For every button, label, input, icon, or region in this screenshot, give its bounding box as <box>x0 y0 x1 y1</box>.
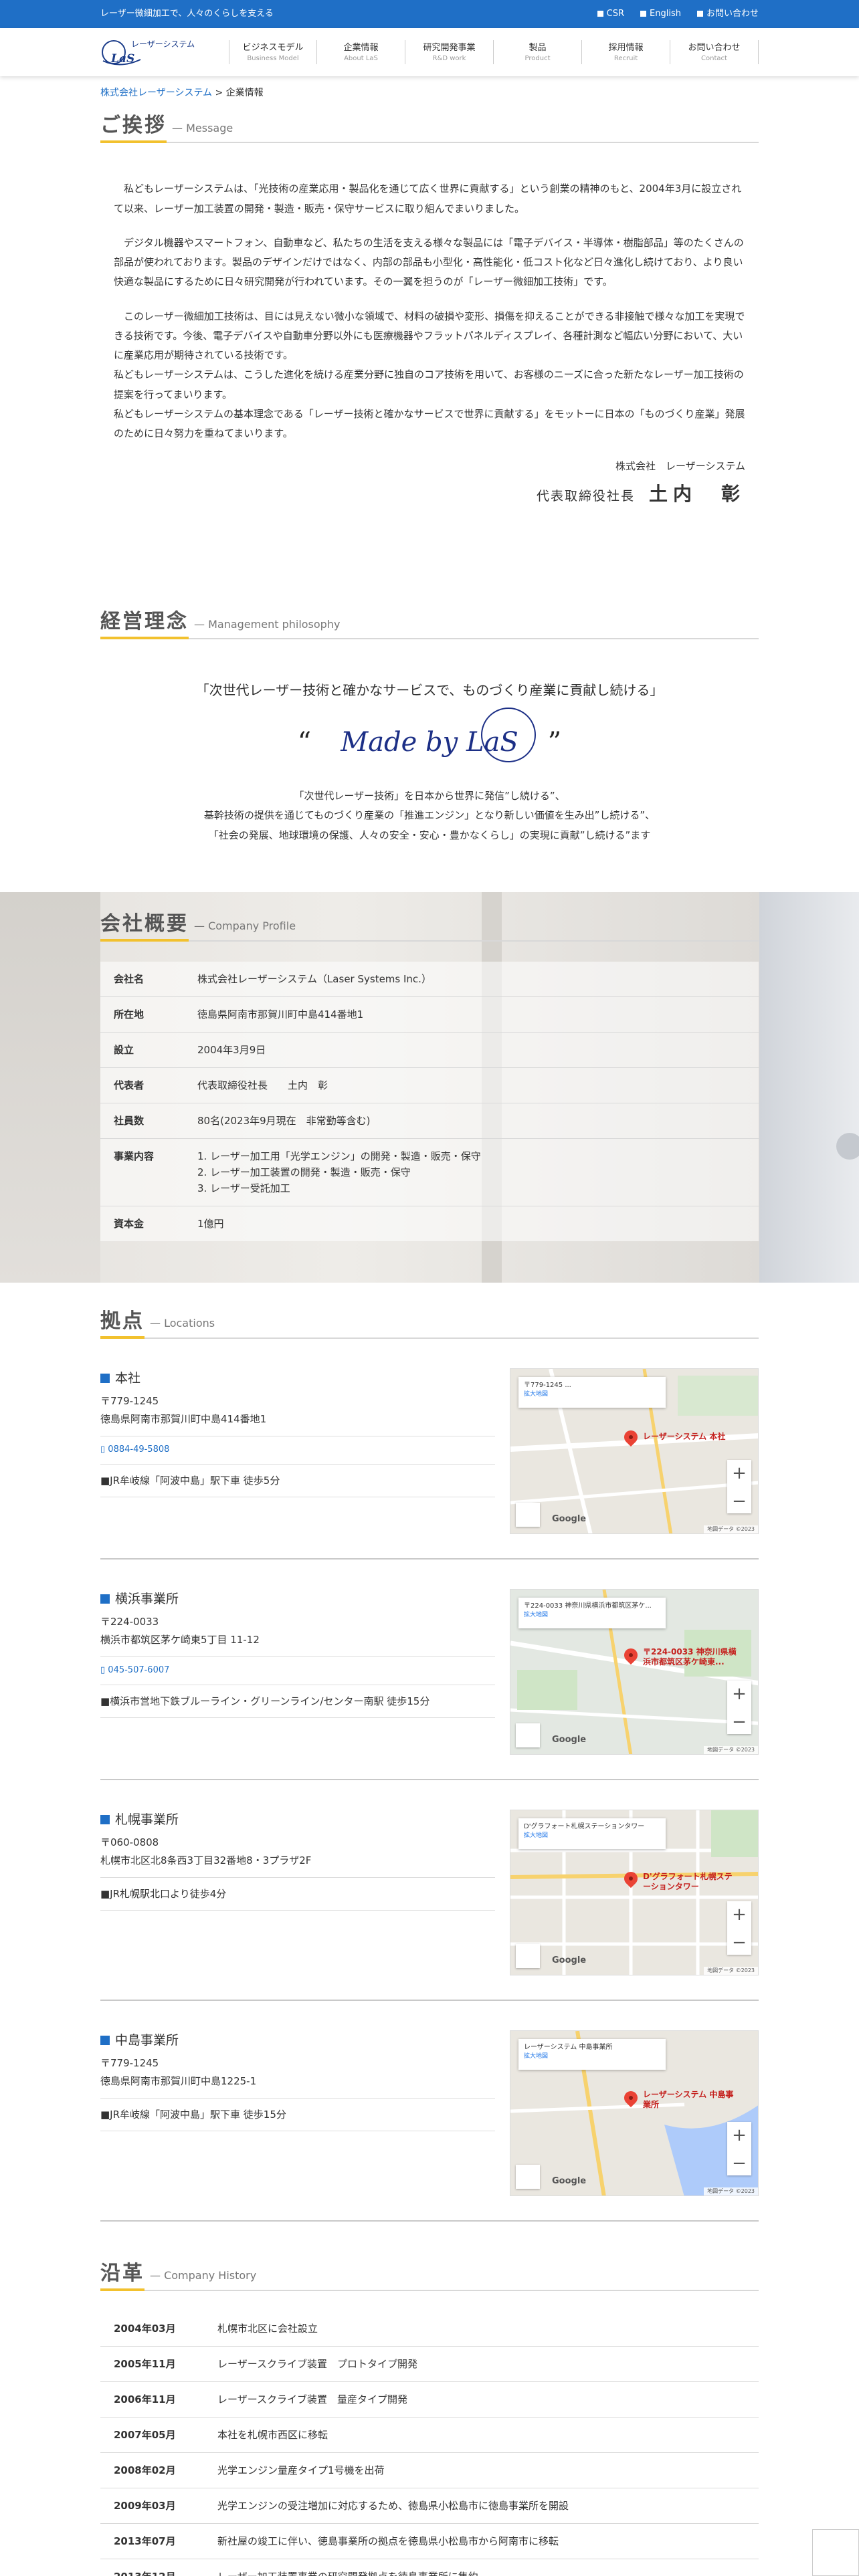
history-heading: 沿革 — Company History <box>100 2262 759 2291</box>
table-row: 2006年11月 レーザースクライブ装置 量産タイプ開発 <box>100 2382 759 2418</box>
nav-contact[interactable]: お問い合わせ Contact <box>670 39 759 65</box>
map-info-card: 〒224-0033 神奈川県横浜市都筑区茅ケ... 拡大地図 <box>518 1597 666 1628</box>
zoom-in-icon: + <box>732 2125 747 2145</box>
message-heading: ご挨拶 — Message <box>100 114 759 144</box>
phone-link[interactable]: ▯ 045-507-6007 <box>100 1657 495 1685</box>
profile-section: 会社概要 — Company Profile 会社名 株式会社レーザーシステム（L… <box>0 891 859 1283</box>
table-row: 所在地 徳島県阿南市那賀川町中島414番地1 <box>100 997 759 1033</box>
table-row: 社員数 80名(2023年9月現在 非常勤等含む) <box>100 1103 759 1139</box>
english-link[interactable]: English <box>640 7 681 21</box>
square-icon <box>597 11 603 17</box>
location-nakajima: 中島事業所 〒779-1245 徳島県阿南市那賀川町中島1225-1 ■JR牟岐線… <box>100 2001 759 2222</box>
square-icon <box>100 1374 110 1384</box>
zoom-out-icon: − <box>732 1711 747 1732</box>
zoom-out-icon: − <box>732 1932 747 1953</box>
message-section: ご挨拶 — Message 私どもレーザーシステムは、「光技術の産業応用・製品化… <box>0 114 859 510</box>
map-nakajima[interactable]: レーザーシステム 中島事業所 拡大地図 レーザーシステム 中島事業所 + − Goo… <box>510 2030 759 2196</box>
zoom-in-icon: + <box>732 1463 747 1483</box>
nav-business-model[interactable]: ビジネスモデル Business Model <box>229 39 317 65</box>
table-row: 2007年05月 本社を札幌市西区に移転 <box>100 2418 759 2453</box>
nav-recruit[interactable]: 採用情報 Recruit <box>582 39 670 65</box>
locations-heading: 拠点 — Locations <box>100 1309 759 1339</box>
location-hq: 本社 〒779-1245 徳島県阿南市那賀川町中島414番地1 ▯ 0884-49… <box>100 1339 759 1560</box>
message-paragraph: このレーザー微細加工技術は、目には見えない微小な領域で、材料の破損や変形、損傷を… <box>114 310 745 440</box>
contact-link[interactable]: お問い合わせ <box>696 7 759 21</box>
zoom-out-icon: − <box>732 2153 747 2173</box>
map-type-toggle[interactable] <box>516 1502 540 1527</box>
page-top-button[interactable] <box>812 2529 859 2576</box>
zoom-control[interactable]: + − <box>727 1459 751 1513</box>
site-logo[interactable]: LaS レーザーシステム <box>100 34 229 70</box>
zoom-in-icon: + <box>732 1904 747 1925</box>
map-type-toggle[interactable] <box>516 1943 540 1968</box>
zoom-control[interactable]: + − <box>727 1901 751 1955</box>
location-yokohama: 横浜事業所 〒224-0033 横浜市都筑区茅ケ崎東5丁目 11-12 ▯ 045… <box>100 1560 759 1780</box>
table-row: 代表者 代表取締役社長 土内 彰 <box>100 1068 759 1103</box>
philosophy-heading: 経営理念 — Management philosophy <box>100 610 759 640</box>
csr-link[interactable]: CSR <box>597 7 624 21</box>
philosophy-section: 経営理念 — Management philosophy 「次世代レーザー技術と… <box>0 610 859 845</box>
site-header: LaS レーザーシステム ビジネスモデル Business Model 企業情報 A… <box>0 28 859 76</box>
zoom-control[interactable]: + − <box>727 2121 751 2175</box>
table-row: 資本金 1億円 <box>114 1217 224 1230</box>
table-row: 2013年12月レーザー加工装置事業の研究開発拠点を徳島事業所に集約 <box>100 2559 759 2576</box>
message-paragraph: デジタル機器やスマートフォン、自動車など、私たちの生活を支える様々な製品には「電… <box>114 236 744 288</box>
top-bar: レーザー微細加工で、人々のくらしを支える CSR English お問い合わせ <box>0 0 859 28</box>
nav-about[interactable]: 企業情報 About LaS <box>317 39 405 65</box>
map-type-toggle[interactable] <box>516 1723 540 1747</box>
nav-rd[interactable]: 研究開発事業 R&D work <box>405 39 494 65</box>
map-info-card: 〒779-1245 ... 拡大地図 <box>518 1376 666 1408</box>
profile-heading: 会社概要 — Company Profile <box>100 912 759 942</box>
breadcrumb: 株式会社レーザーシステム > 企業情報 <box>100 88 264 98</box>
table-row: 2013年07月 新社屋の竣工に伴い、徳島事業所の拠点を徳島県小松島市から阿南市に… <box>100 2524 759 2559</box>
square-icon <box>100 1815 110 1825</box>
philosophy-lines: 「次世代レーザー技術」を日本から世界に発信”し続ける”、 基幹技術の提供を通じて… <box>203 790 656 841</box>
profile-table: 会社名 株式会社レーザーシステム（Laser Systems Inc.） 所在地徳… <box>100 961 759 1241</box>
square-icon <box>696 11 703 17</box>
table-row: 2008年02月 光学エンジン量産タイプ1号機を出荷 <box>100 2453 759 2488</box>
table-row: 2005年11月 レーザースクライブ装置 プロトタイプ開発 <box>100 2347 759 2382</box>
map-info-card: D'グラフォート札幌ステーションタワー 拡大地図 <box>518 1818 666 1849</box>
main-nav: ビジネスモデル Business Model 企業情報 About LaS 研究開発… <box>229 39 759 65</box>
history-table: 2004年03月 札幌市北区に会社設立 2005年11月 レーザースクライブ装置 プ… <box>100 2311 759 2576</box>
square-icon <box>100 1594 110 1604</box>
locations-section: 拠点 — Locations 本社 〒779-1245 徳島県阿南市那賀川町中島4… <box>0 1309 859 2222</box>
table-row: 2004年03月 札幌市北区に会社設立 <box>100 2311 759 2347</box>
map-hq[interactable]: 〒779-1245 ... 拡大地図 レーザーシステム 本社 + − Google … <box>510 1368 759 1534</box>
zoom-out-icon: − <box>732 1491 747 1511</box>
phone-link[interactable]: ▯ 0884-49-5808 <box>100 1436 495 1465</box>
zoom-in-icon: + <box>732 1683 747 1704</box>
made-by-las-logo: “ Made by LaS ” <box>100 708 759 764</box>
map-info-card: レーザーシステム 中島事業所 拡大地図 <box>518 2038 666 2070</box>
zoom-control[interactable]: + − <box>727 1680 751 1734</box>
location-sapporo: 札幌事業所 〒060-0808 札幌市北区北8条西3丁目32番地8・3プラザ2F … <box>100 1780 759 2001</box>
map-sapporo[interactable]: D'グラフォート札幌ステーションタワー 拡大地図 D'グラフォート札幌ステーション… <box>510 1809 759 1975</box>
history-section: 沿革 — Company History 2004年03月 札幌市北区に会社設立 … <box>0 2262 859 2576</box>
logo-mark: LaS レーザーシステム <box>100 34 195 70</box>
square-icon <box>100 2036 110 2046</box>
philosophy-quote: 「次世代レーザー技術と確かなサービスで、ものづくり産業に貢献し続ける」 <box>195 682 664 699</box>
table-row: 会社名 株式会社レーザーシステム（Laser Systems Inc.） <box>100 962 759 997</box>
breadcrumb-home[interactable]: 株式会社レーザーシステム <box>100 88 212 98</box>
square-icon <box>640 11 647 17</box>
table-row: 2009年03月 光学エンジンの受注増加に対応するため、徳島県小松島市に徳島事業所… <box>100 2488 759 2524</box>
table-row: 事業内容 1. レーザー加工用「光学エンジン」の開発・製造・販売・保守 2. レー… <box>100 1139 759 1206</box>
map-type-toggle[interactable] <box>516 2164 540 2189</box>
nav-product[interactable]: 製品 Product <box>494 39 582 65</box>
signature: 株式会社 レーザーシステム 代表取締役社長 土内 彰 <box>536 460 745 506</box>
message-paragraph: 私どもレーザーシステムは、「光技術の産業応用・製品化を通じて広く世界に貢献する」… <box>114 183 742 215</box>
table-row: 設立 2004年3月9日 <box>100 1033 759 1068</box>
map-yokohama[interactable]: 〒224-0033 神奈川県横浜市都筑区茅ケ... 拡大地図 〒224-0033 … <box>510 1588 759 1755</box>
breadcrumb-current: 企業情報 <box>225 88 264 98</box>
tagline: レーザー微細加工で、人々のくらしを支える <box>100 8 274 19</box>
